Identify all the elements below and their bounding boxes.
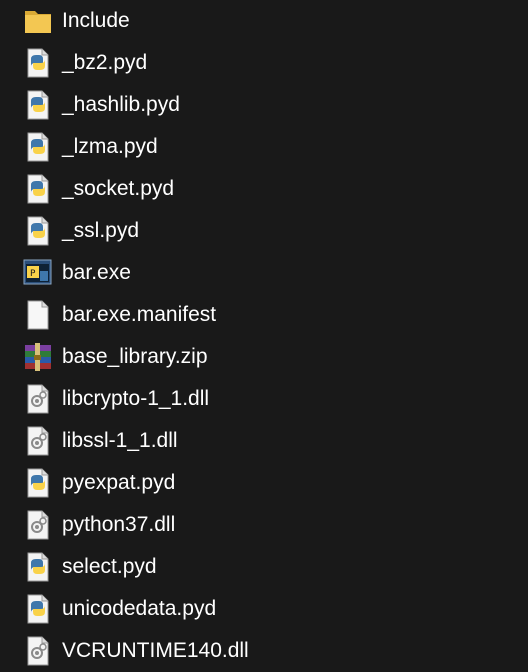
- file-name: libssl-1_1.dll: [62, 429, 178, 452]
- file-item-unicodedata[interactable]: unicodedata.pyd: [0, 589, 528, 629]
- file-name: unicodedata.pyd: [62, 597, 217, 620]
- zip-archive-icon: [22, 341, 54, 373]
- file-name: base_library.zip: [62, 345, 208, 368]
- file-list: Include _bz2.pyd _hashlib.pyd _lzma.pyd …: [0, 0, 528, 672]
- python-file-icon: [22, 467, 54, 499]
- dll-file-icon: [22, 425, 54, 457]
- file-item-vcruntime140[interactable]: VCRUNTIME140.dll: [0, 631, 528, 671]
- file-name: bar.exe: [62, 261, 131, 284]
- file-item-bz2[interactable]: _bz2.pyd: [0, 43, 528, 83]
- file-item-manifest[interactable]: bar.exe.manifest: [0, 295, 528, 335]
- python-file-icon: [22, 173, 54, 205]
- file-name: VCRUNTIME140.dll: [62, 639, 249, 662]
- python-file-icon: [22, 131, 54, 163]
- file-item-hashlib[interactable]: _hashlib.pyd: [0, 85, 528, 125]
- dll-file-icon: [22, 509, 54, 541]
- file-item-lzma[interactable]: _lzma.pyd: [0, 127, 528, 167]
- file-item-python37[interactable]: python37.dll: [0, 505, 528, 545]
- file-item-libcrypto[interactable]: libcrypto-1_1.dll: [0, 379, 528, 419]
- file-name: _ssl.pyd: [62, 219, 140, 242]
- python-file-icon: [22, 551, 54, 583]
- file-name: _lzma.pyd: [62, 135, 158, 158]
- dll-file-icon: [22, 383, 54, 415]
- file-name: libcrypto-1_1.dll: [62, 387, 210, 410]
- file-item-include[interactable]: Include: [0, 1, 528, 41]
- file-name: _bz2.pyd: [62, 51, 148, 74]
- file-item-ssl[interactable]: _ssl.pyd: [0, 211, 528, 251]
- file-item-socket[interactable]: _socket.pyd: [0, 169, 528, 209]
- dll-file-icon: [22, 635, 54, 667]
- file-name: python37.dll: [62, 513, 176, 536]
- file-name: Include: [62, 9, 130, 32]
- file-name: pyexpat.pyd: [62, 471, 176, 494]
- file-item-select[interactable]: select.pyd: [0, 547, 528, 587]
- file-item-base-library[interactable]: base_library.zip: [0, 337, 528, 377]
- svg-text:P: P: [30, 269, 36, 279]
- folder-icon: [22, 5, 54, 37]
- file-item-bar-exe[interactable]: P bar.exe: [0, 253, 528, 293]
- exe-icon: P: [22, 257, 54, 289]
- python-file-icon: [22, 89, 54, 121]
- python-file-icon: [22, 47, 54, 79]
- file-name: select.pyd: [62, 555, 157, 578]
- file-name: _socket.pyd: [62, 177, 175, 200]
- python-file-icon: [22, 215, 54, 247]
- python-file-icon: [22, 593, 54, 625]
- blank-file-icon: [22, 299, 54, 331]
- file-item-libssl[interactable]: libssl-1_1.dll: [0, 421, 528, 461]
- file-item-pyexpat[interactable]: pyexpat.pyd: [0, 463, 528, 503]
- file-name: _hashlib.pyd: [62, 93, 180, 116]
- file-name: bar.exe.manifest: [62, 303, 217, 326]
